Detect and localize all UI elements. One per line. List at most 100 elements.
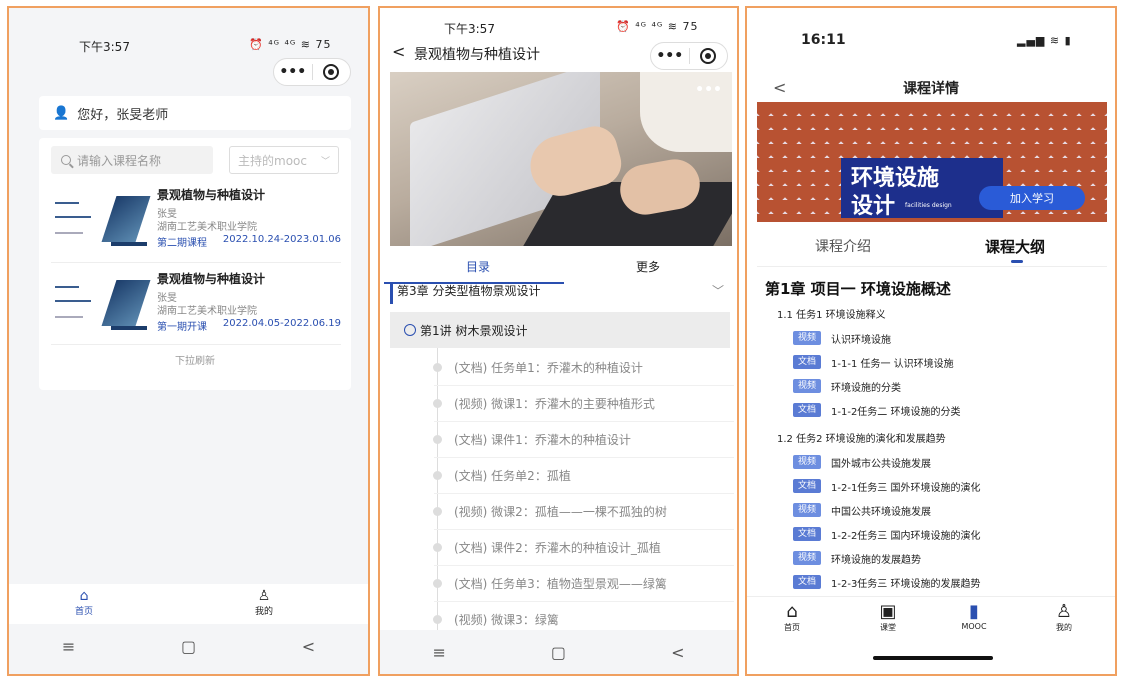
section-title: 1.2 任务2 环境设施的演化和发展趋势 (777, 434, 946, 445)
outline-row[interactable]: 视频 认识环境设施 (793, 330, 891, 346)
home-icon: ⌂ (79, 588, 89, 604)
close-button[interactable] (312, 64, 350, 80)
back-icon[interactable]: < (773, 78, 786, 97)
outline-row[interactable]: 视频 国外城市公共设施发展 (793, 454, 931, 470)
course-school: 湖南工艺美术职业学院 (157, 222, 257, 233)
page-title: 景观植物与种植设计 (414, 47, 540, 63)
tab-home-label: 首页 (75, 607, 94, 617)
section-title: 1.1 任务1 环境设施释义 (777, 310, 886, 321)
tab-outline[interactable]: 课程大纲 (985, 236, 1045, 257)
system-nav-bar: ≡ ▢ < (380, 630, 737, 674)
tab-mine[interactable]: ♙ 我的 (1039, 601, 1089, 633)
person-icon: ♙ (1055, 601, 1073, 622)
chapter-header[interactable]: 第3章 分类型植物景观设计 ﹀ (390, 282, 730, 304)
tab-underline (1011, 260, 1023, 263)
course-catalog-screen: 下午3:57 ⏰ ⁴ᴳ ⁴ᴳ ≋ 75 < 景观植物与种植设计 ••• ••• … (378, 6, 739, 676)
banner-english: facilities design (905, 202, 952, 209)
outline-row[interactable]: 文档 1-1-1 任务一 认识环境设施 (793, 354, 954, 370)
more-button[interactable]: ••• (651, 42, 689, 70)
chapter-title: 第1章 项目一 环境设施概述 (765, 280, 951, 298)
more-button[interactable]: ••• (274, 58, 312, 86)
list-item[interactable]: (文档) 任务单1：乔灌木的种植设计 (433, 350, 734, 386)
banner-line2: 设计 (851, 194, 896, 219)
back-icon[interactable]: < (392, 42, 405, 61)
tab-home[interactable]: ⌂ 首页 (75, 588, 93, 617)
course-thumbnail (51, 274, 151, 332)
status-time: 下午3:57 (79, 40, 130, 54)
course-school: 湖南工艺美术职业学院 (157, 306, 257, 317)
outline-row[interactable]: 视频 环境设施的发展趋势 (793, 550, 921, 566)
home-indicator[interactable] (873, 656, 993, 660)
tab-intro[interactable]: 课程介绍 (815, 236, 871, 256)
tab-classroom[interactable]: ▣ 课堂 (863, 601, 913, 633)
page-title: 课程详情 (903, 81, 959, 97)
tab-more[interactable]: 更多 (636, 258, 660, 275)
mini-program-capsule: ••• (650, 42, 728, 70)
course-title: 景观植物与种植设计 (157, 272, 266, 286)
list-item[interactable]: (文档) 课件2：乔灌木的种植设计_孤植 (433, 530, 734, 566)
record-icon (700, 48, 717, 64)
mini-program-capsule: ••• (273, 58, 351, 86)
lecture-row[interactable]: 第1讲 树木景观设计 (390, 312, 730, 348)
join-study-button[interactable]: 加入学习 (979, 186, 1085, 210)
detail-tabs: 课程介绍 课程大纲 (747, 236, 1115, 266)
search-placeholder: 请输入课程名称 (77, 153, 162, 168)
filter-value: 主持的mooc (238, 153, 307, 168)
tv-icon: ▣ (879, 601, 897, 622)
tab-bar: ⌂ 首页 ▣ 课堂 ▮ MOOC ♙ 我的 (747, 596, 1115, 646)
course-cover-image: ••• (390, 72, 732, 246)
outline-row[interactable]: 视频 环境设施的分类 (793, 378, 901, 394)
home-icon: ⌂ (786, 601, 798, 622)
status-icons: ⏰ ⁴ᴳ ⁴ᴳ ≋ 75 (616, 20, 699, 33)
tab-mine-label: 我的 (255, 607, 274, 617)
tab-catalog[interactable]: 目录 (466, 258, 490, 275)
tab-bar: ⌂ 首页 ♙ 我的 (9, 584, 368, 624)
chapter-title: 第3章 分类型植物景观设计 (397, 284, 541, 298)
tab-home[interactable]: ⌂ 首页 (767, 601, 817, 633)
course-item[interactable]: 景观植物与种植设计 张旻 湖南工艺美术职业学院 第一期开课 2022.04.05… (51, 268, 341, 344)
outline-row[interactable]: 视频 中国公共环境设施发展 (793, 502, 931, 518)
greeting-bar: 👤 您好，张旻老师 (39, 96, 351, 130)
record-icon (323, 64, 340, 80)
list-item[interactable]: (视频) 微课1：乔灌木的主要种植形式 (433, 386, 734, 422)
user-icon: 👤 (53, 105, 70, 121)
outline-row[interactable]: 文档 1-2-1任务三 国外环境设施的演化 (793, 478, 980, 494)
chevron-down-icon: ﹀ (320, 157, 330, 167)
home-square-icon[interactable]: ▢ (181, 637, 196, 656)
outline-row[interactable]: 文档 1-2-2任务三 国内环境设施的演化 (793, 526, 980, 542)
outline-row[interactable]: 文档 1-1-2任务二 环境设施的分类 (793, 402, 960, 418)
list-item[interactable]: (文档) 课件1：乔灌木的种植设计 (433, 422, 734, 458)
lecture-title: 第1讲 树木景观设计 (420, 323, 528, 338)
course-item[interactable]: 景观植物与种植设计 张旻 湖南工艺美术职业学院 第二期课程 2022.10.24… (51, 184, 341, 260)
course-term: 第一期开课 (157, 322, 207, 333)
circle-icon (404, 324, 416, 336)
list-item[interactable]: (视频) 微课2：孤植——一棵不孤独的树 (433, 494, 734, 530)
search-input[interactable]: 请输入课程名称 (51, 146, 213, 174)
course-thumbnail (51, 190, 151, 248)
status-time: 16:11 (801, 32, 846, 48)
course-dates: 2022.04.05-2022.06.19 (222, 318, 341, 329)
list-item[interactable]: (文档) 任务单3：植物造型景观——绿篱 (433, 566, 734, 602)
course-filter-select[interactable]: 主持的mooc ﹀ (229, 146, 339, 174)
tab-mooc[interactable]: ▮ MOOC (949, 601, 999, 631)
outline-row[interactable]: 文档 1-2-3任务三 环境设施的发展趋势 (793, 574, 980, 590)
course-banner: 环境设施 设计 facilities design 加入学习 (757, 102, 1107, 222)
status-icons: ▂▄▆ ≋ ▮ (1017, 34, 1072, 47)
home-square-icon[interactable]: ▢ (551, 643, 566, 662)
back-icon[interactable]: < (302, 637, 315, 656)
status-icons: ⏰ ⁴ᴳ ⁴ᴳ ≋ 75 (249, 38, 332, 51)
chevron-down-icon: ﹀ (711, 284, 724, 298)
list-item[interactable]: (文档) 任务单2：孤植 (433, 458, 734, 494)
course-term: 第二期课程 (157, 238, 207, 249)
menu-icon[interactable]: ≡ (433, 643, 446, 662)
tab-mine[interactable]: ♙ 我的 (255, 588, 273, 617)
image-more-icon[interactable]: ••• (695, 82, 722, 98)
menu-icon[interactable]: ≡ (62, 637, 75, 656)
course-card: 请输入课程名称 主持的mooc ﹀ 景观植物与种植设计 张旻 湖南工艺美术职业学… (39, 138, 351, 390)
person-icon: ♙ (257, 588, 271, 604)
catalog-tabs: 目录 更多 (380, 256, 737, 284)
pull-refresh-hint: 下拉刷新 (175, 356, 215, 367)
close-button[interactable] (689, 48, 727, 64)
search-icon (61, 155, 71, 165)
back-icon[interactable]: < (671, 643, 684, 662)
